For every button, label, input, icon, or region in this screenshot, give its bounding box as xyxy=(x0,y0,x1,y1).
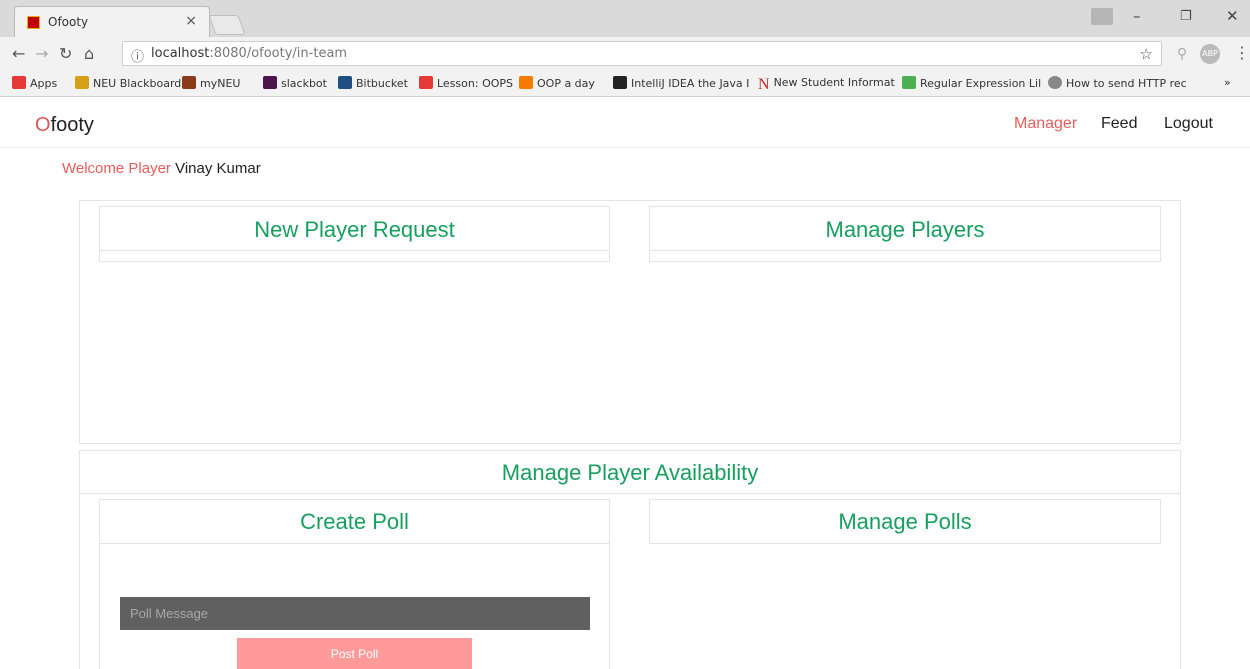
bookmark-slackbot[interactable]: slackbot xyxy=(263,76,327,90)
bookmarks-bar: Apps NEU Blackboard myNEU slackbot Bitbu… xyxy=(0,70,1250,97)
bookmark-lesson-oops[interactable]: Lesson: OOPS xyxy=(419,76,513,90)
address-bar[interactable]: ⓘ localhost:8080/ofooty/in-team ☆ xyxy=(122,41,1162,66)
back-icon[interactable]: ← xyxy=(12,44,25,63)
welcome-message: Welcome Player Vinay Kumar xyxy=(62,160,261,177)
blogger-icon xyxy=(519,76,533,89)
northeastern-icon: N xyxy=(758,76,770,93)
restore-icon[interactable]: ❐ xyxy=(1180,9,1192,24)
new-player-request-card: New Player Request xyxy=(99,206,610,262)
bookmark-neu-blackboard[interactable]: NEU Blackboard xyxy=(75,76,181,90)
manage-player-availability-title: Manage Player Availability xyxy=(501,460,759,485)
tab-title: Ofooty xyxy=(48,15,89,29)
nav-feed[interactable]: Feed xyxy=(1101,115,1137,133)
profile-icon[interactable] xyxy=(1091,8,1113,25)
browser-tabstrip: Ofooty × – ❐ ✕ xyxy=(0,0,1250,38)
home-icon[interactable]: ⌂ xyxy=(84,44,94,63)
lesson-icon xyxy=(419,76,433,89)
apps-grid-icon xyxy=(12,76,26,89)
card-divider xyxy=(100,250,609,251)
bookmarks-overflow-icon[interactable]: » xyxy=(1224,76,1231,89)
nav-manager[interactable]: Manager xyxy=(1014,115,1077,133)
regex-icon xyxy=(902,76,916,89)
slack-icon xyxy=(263,76,277,89)
bookmark-regex[interactable]: Regular Expression Lil xyxy=(902,76,1041,90)
bookmark-oop-a-day[interactable]: OOP a day xyxy=(519,76,595,90)
bookmark-star-icon[interactable]: ☆ xyxy=(1140,45,1153,63)
stackexchange-icon xyxy=(1048,76,1062,89)
reload-icon[interactable]: ↻ xyxy=(59,44,72,63)
location-icon[interactable]: ⚲ xyxy=(1172,44,1192,64)
welcome-label: Welcome Player xyxy=(62,160,171,177)
browser-toolbar: ← → ↻ ⌂ ⓘ localhost:8080/ofooty/in-team … xyxy=(0,37,1250,70)
app-navbar: Ofooty Manager Feed Logout xyxy=(0,98,1250,148)
create-poll-title: Create Poll xyxy=(300,509,409,534)
nav-logout[interactable]: Logout xyxy=(1164,115,1213,133)
ofooty-logo[interactable]: Ofooty xyxy=(35,114,94,137)
adblock-icon[interactable]: ABP xyxy=(1200,44,1220,64)
jetbrains-icon xyxy=(613,76,627,89)
manage-players-title: Manage Players xyxy=(825,217,985,242)
bookmark-myneu[interactable]: myNEU xyxy=(182,76,240,90)
section-divider xyxy=(80,493,1180,494)
bitbucket-icon xyxy=(338,76,352,89)
manage-players-card: Manage Players xyxy=(649,206,1161,262)
forward-icon[interactable]: → xyxy=(35,44,48,63)
manage-polls-title: Manage Polls xyxy=(838,509,972,534)
manage-polls-card: Manage Polls xyxy=(649,499,1161,544)
post-poll-button[interactable]: Post Poll xyxy=(237,638,472,669)
bookmark-http[interactable]: How to send HTTP rec xyxy=(1048,76,1187,90)
minimize-icon[interactable]: – xyxy=(1133,7,1141,25)
card-divider xyxy=(100,543,609,544)
bookmark-apps[interactable]: Apps xyxy=(12,76,57,90)
info-icon[interactable]: ⓘ xyxy=(131,46,144,65)
close-window-icon[interactable]: ✕ xyxy=(1226,7,1239,25)
bookmark-bitbucket[interactable]: Bitbucket xyxy=(338,76,408,90)
card-divider xyxy=(650,250,1160,251)
bookmark-new-student[interactable]: N New Student Informat xyxy=(758,76,895,93)
poll-message-input[interactable] xyxy=(120,597,590,630)
blackboard-icon xyxy=(75,76,89,89)
favicon-icon xyxy=(27,16,40,29)
browser-menu-icon[interactable]: ⋮ xyxy=(1234,43,1250,62)
bookmark-intellij[interactable]: IntelliJ IDEA the Java I xyxy=(613,76,749,90)
paw-icon xyxy=(182,76,196,89)
browser-tab[interactable]: Ofooty × xyxy=(14,6,210,38)
new-player-request-title: New Player Request xyxy=(254,217,455,242)
close-tab-icon[interactable]: × xyxy=(185,13,197,29)
url-text: localhost:8080/ofooty/in-team xyxy=(151,46,348,61)
new-tab-button[interactable] xyxy=(208,15,246,35)
player-name: Vinay Kumar xyxy=(175,160,261,177)
